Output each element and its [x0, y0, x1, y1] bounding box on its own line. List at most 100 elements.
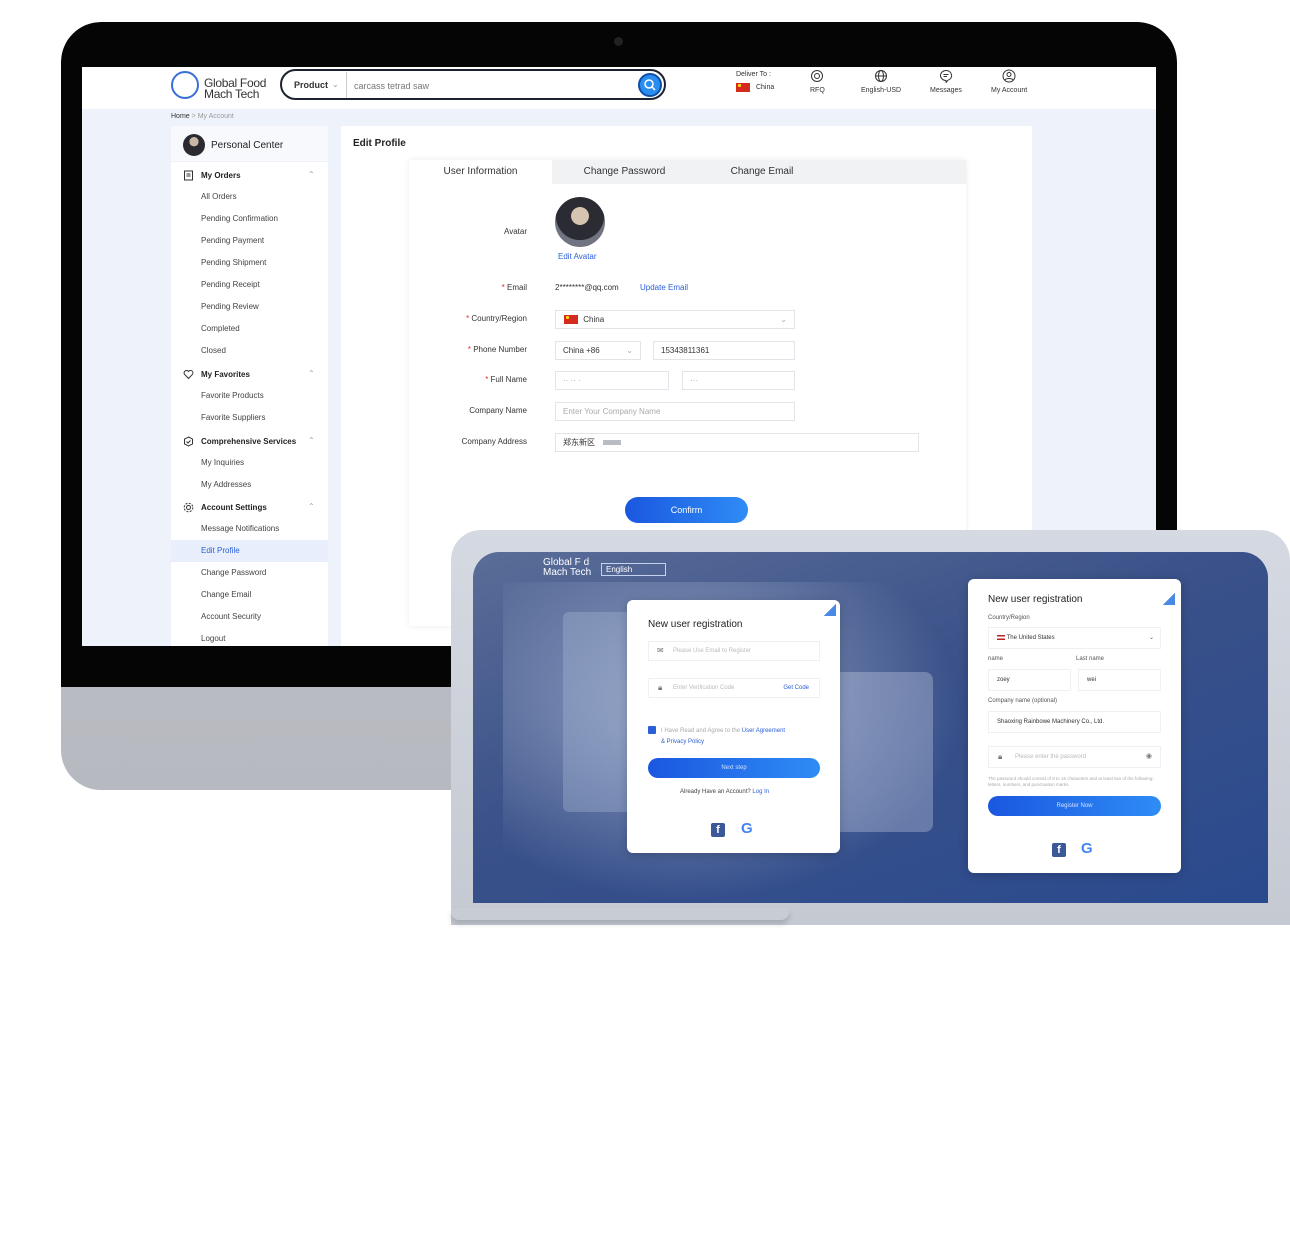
- sidebar-item-my-inquiries[interactable]: My Inquiries: [171, 452, 328, 474]
- get-code-button[interactable]: Get Code: [783, 679, 809, 697]
- sidebar-item-change-password[interactable]: Change Password: [171, 562, 328, 584]
- facebook-icon[interactable]: f: [1052, 843, 1066, 857]
- login-link[interactable]: Log In: [752, 789, 769, 795]
- logo-icon[interactable]: [171, 71, 199, 99]
- have-account-text: Already Have an Account? Log In: [680, 789, 769, 795]
- rfq-label: RFQ: [810, 87, 825, 94]
- page-title: Edit Profile: [353, 138, 406, 149]
- sidebar-item-change-email[interactable]: Change Email: [171, 584, 328, 606]
- tab-change-password[interactable]: Change Password: [552, 160, 697, 184]
- breadcrumb: Home > My Account: [171, 113, 234, 120]
- breadcrumb-home[interactable]: Home: [171, 113, 190, 120]
- globe-icon: [875, 70, 888, 82]
- tab-user-information[interactable]: User Information: [409, 160, 552, 184]
- password-input[interactable]: Please enter the password ◉: [988, 746, 1161, 768]
- agree-text: I Have Read and Agree to the: [661, 728, 741, 734]
- edit-avatar-link[interactable]: Edit Avatar: [558, 252, 597, 261]
- address-value: 郑东新区: [563, 438, 595, 447]
- sidebar-item-edit-profile[interactable]: Edit Profile: [171, 540, 328, 562]
- google-icon[interactable]: G: [741, 820, 753, 837]
- next-step-button[interactable]: Next step: [648, 758, 820, 778]
- company-name-input[interactable]: Shaoxing Rainbowe Machinery Co., Ltd.: [988, 711, 1161, 733]
- deliver-to-value: China: [755, 84, 775, 92]
- sidebar-item-my-addresses[interactable]: My Addresses: [171, 474, 328, 496]
- sidebar-item-logout[interactable]: Logout: [171, 628, 328, 646]
- country-select[interactable]: China ⌄: [555, 310, 795, 329]
- sidebar-item-all-orders[interactable]: All Orders: [171, 186, 328, 208]
- tab-change-email[interactable]: Change Email: [697, 160, 827, 184]
- sidebar-item-pending-receipt[interactable]: Pending Receipt: [171, 274, 328, 296]
- messages-link[interactable]: Messages: [930, 69, 962, 94]
- sidebar-item-pending-payment[interactable]: Pending Payment: [171, 230, 328, 252]
- first-name-input[interactable]: ·· ·· ·: [555, 371, 669, 390]
- privacy-policy-link[interactable]: & Privacy Policy: [661, 739, 704, 745]
- sidebar-item-completed[interactable]: Completed: [171, 318, 328, 340]
- language-switch[interactable]: English-USD: [861, 69, 901, 94]
- registration-title: New user registration: [988, 594, 1083, 605]
- china-flag-icon: [736, 83, 750, 92]
- company-label: Company Name: [469, 406, 527, 415]
- laptop-language-value: English: [606, 565, 633, 574]
- registration-card-step1: New user registration Please Use Email t…: [627, 600, 840, 853]
- search-input[interactable]: carcass tetrad saw: [354, 81, 429, 91]
- sidebar-item-pending-confirmation[interactable]: Pending Confirmation: [171, 208, 328, 230]
- verification-code-input[interactable]: Enter Verification Code Get Code: [648, 678, 820, 698]
- registration-card-step2: New user registration Country/Region The…: [968, 579, 1181, 873]
- phone-code-select[interactable]: China +86 ⌄: [555, 341, 641, 360]
- chevron-down-icon[interactable]: ⌄: [332, 80, 339, 89]
- laptop-base: [451, 908, 789, 920]
- update-email-link[interactable]: Update Email: [640, 283, 688, 292]
- my-account-link[interactable]: My Account: [991, 69, 1027, 94]
- my-account-label: My Account: [991, 87, 1028, 94]
- chevron-up-icon[interactable]: ⌃: [308, 502, 315, 511]
- avatar-label: Avatar: [504, 227, 527, 236]
- agree-checkbox[interactable]: [648, 726, 656, 734]
- rfq-link[interactable]: RFQ: [810, 69, 825, 94]
- sidebar-group-label: Account Settings: [201, 503, 267, 512]
- last-name-input[interactable]: wei: [1078, 669, 1161, 691]
- sidebar-item-account-security[interactable]: Account Security: [171, 606, 328, 628]
- code-placeholder: Enter Verification Code: [673, 685, 735, 691]
- sidebar-item-pending-shipment[interactable]: Pending Shipment: [171, 252, 328, 274]
- email-input[interactable]: Please Use Email to Register: [648, 641, 820, 661]
- eye-icon[interactable]: ◉: [1146, 747, 1152, 767]
- user-agreement-link[interactable]: User Agreement: [742, 728, 785, 734]
- google-icon[interactable]: G: [1081, 840, 1093, 857]
- phone-code-value: China +86: [563, 346, 600, 355]
- confirm-button[interactable]: Confirm: [625, 497, 748, 523]
- first-name-input[interactable]: zoey: [988, 669, 1071, 691]
- last-name-input[interactable]: ···: [682, 371, 795, 390]
- sidebar-item-pending-review[interactable]: Pending Review: [171, 296, 328, 318]
- breadcrumb-sep: >: [191, 113, 196, 120]
- facebook-icon[interactable]: f: [711, 823, 725, 837]
- last-name-label: Last name: [1076, 656, 1105, 662]
- sidebar-item-closed[interactable]: Closed: [171, 340, 328, 362]
- deliver-to[interactable]: Deliver To : China: [736, 71, 774, 92]
- company-address-input[interactable]: 郑东新区: [555, 433, 919, 452]
- country-select[interactable]: The United States ⌄: [988, 627, 1161, 649]
- register-now-button[interactable]: Register Now: [988, 796, 1161, 816]
- first-name-label: name: [988, 656, 1004, 662]
- qr-corner-icon[interactable]: [824, 604, 836, 616]
- sidebar-item-favorite-suppliers[interactable]: Favorite Suppliers: [171, 407, 328, 429]
- laptop-logo[interactable]: Global F d Mach Tech: [518, 558, 591, 578]
- chevron-up-icon[interactable]: ⌃: [308, 170, 315, 179]
- sidebar-item-message-notifications[interactable]: Message Notifications: [171, 518, 328, 540]
- search-category[interactable]: Product: [294, 80, 328, 90]
- company-name-input[interactable]: Enter Your Company Name: [555, 402, 795, 421]
- logo-text-line2[interactable]: Mach Tech: [204, 87, 259, 101]
- chevron-up-icon[interactable]: ⌃: [308, 369, 315, 378]
- laptop-language-select[interactable]: English: [601, 563, 666, 576]
- chevron-up-icon[interactable]: ⌃: [308, 436, 315, 445]
- heart-icon: [183, 369, 194, 380]
- qr-corner-icon[interactable]: [1163, 593, 1175, 605]
- chevron-down-icon: ⌄: [780, 315, 787, 324]
- phone-number-input[interactable]: 15343811361: [653, 341, 795, 360]
- search-button[interactable]: [638, 73, 662, 97]
- avatar[interactable]: [555, 197, 605, 247]
- sidebar-item-favorite-products[interactable]: Favorite Products: [171, 385, 328, 407]
- agreement-text: I Have Read and Agree to the User Agreem…: [661, 726, 821, 748]
- have-account-label: Already Have an Account?: [680, 789, 751, 795]
- search-icon: [644, 79, 656, 91]
- laptop-logo-line2: Mach Tech: [543, 567, 592, 578]
